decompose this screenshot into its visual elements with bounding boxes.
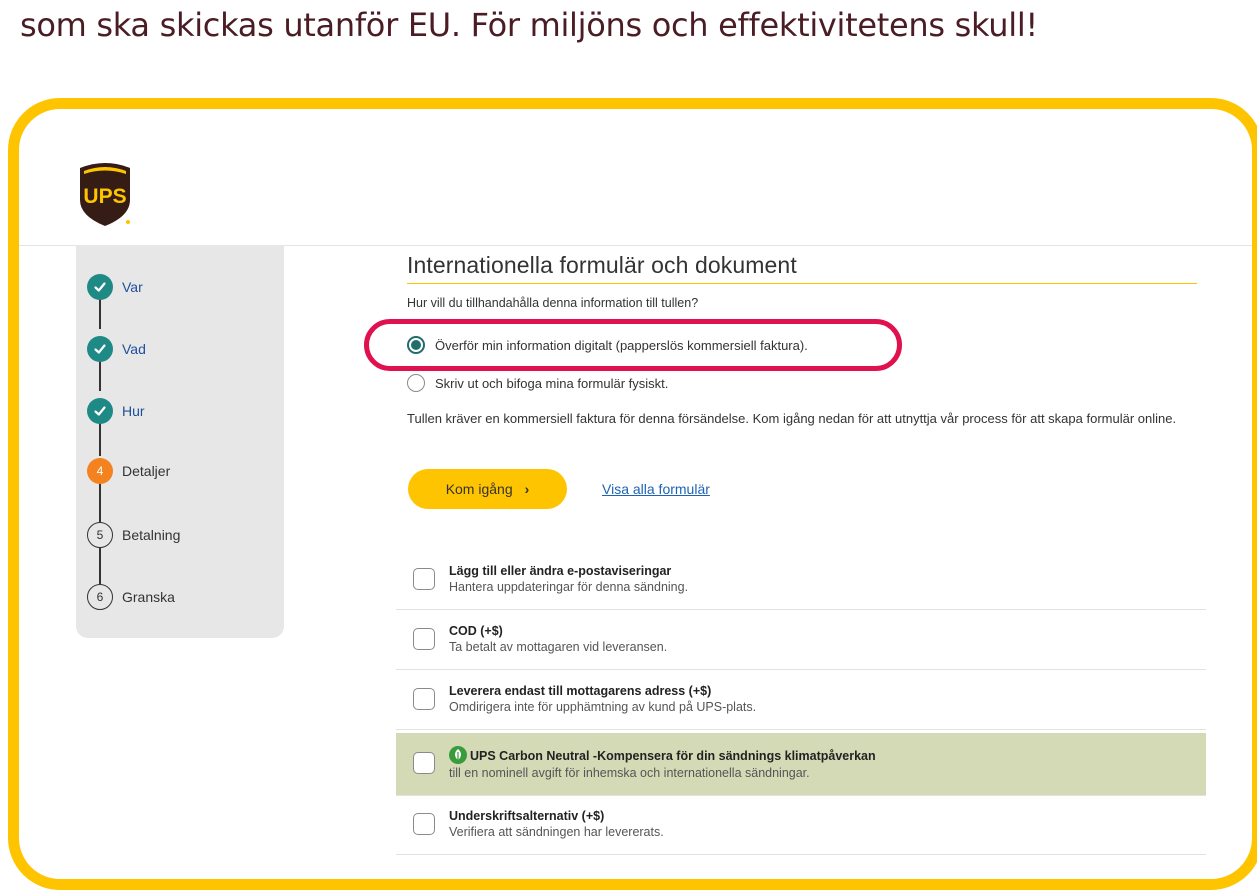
step-label: Var bbox=[122, 279, 143, 295]
option-cod[interactable]: COD (+$) Ta betalt av mottagaren vid lev… bbox=[396, 614, 1206, 670]
step-label: Betalning bbox=[122, 527, 181, 543]
view-all-forms-link[interactable]: Visa alla formulär bbox=[602, 481, 710, 497]
option-title: Underskriftsalternativ (+$) bbox=[449, 809, 605, 823]
get-started-button[interactable]: Kom igång › bbox=[408, 469, 567, 509]
step-sidebar: Var Vad Hur 4 Detaljer 5 Betalning 6 Gra… bbox=[76, 245, 284, 638]
customs-question: Hur vill du tillhandahålla denna informa… bbox=[407, 296, 699, 310]
svg-text:UPS: UPS bbox=[83, 185, 126, 208]
option-description: Verifiera att sändningen har levererats. bbox=[449, 825, 664, 839]
option-title: Lägg till eller ändra e-postaviseringar bbox=[449, 564, 672, 578]
step-connector bbox=[99, 545, 101, 584]
option-title: Leverera endast till mottagarens adress … bbox=[449, 684, 712, 698]
step-number: 4 bbox=[87, 458, 113, 484]
highlight-annotation bbox=[364, 319, 902, 371]
checkbox[interactable] bbox=[413, 813, 435, 835]
page-title: Internationella formulär och dokument bbox=[407, 252, 797, 278]
step-hur[interactable]: Hur bbox=[87, 396, 145, 426]
button-label: Kom igång bbox=[445, 481, 513, 497]
step-vad[interactable]: Vad bbox=[87, 334, 146, 364]
option-signature[interactable]: Underskriftsalternativ (+$) Verifiera at… bbox=[396, 799, 1206, 855]
option-carbon-neutral[interactable]: UPS Carbon Neutral -Kompensera för din s… bbox=[396, 733, 1206, 796]
check-icon bbox=[87, 274, 113, 300]
step-var[interactable]: Var bbox=[87, 272, 143, 302]
ups-logo: UPS bbox=[80, 163, 130, 226]
checkbox[interactable] bbox=[413, 568, 435, 590]
option-description: till en nominell avgift för inhemska och… bbox=[449, 766, 810, 780]
checkbox[interactable] bbox=[413, 752, 435, 774]
option-description: Ta betalt av mottagaren vid leveransen. bbox=[449, 640, 668, 654]
option-description: Omdirigera inte för upphämtning av kund … bbox=[449, 700, 757, 714]
step-detaljer: 4 Detaljer bbox=[87, 456, 170, 486]
option-title: COD (+$) bbox=[449, 624, 503, 638]
check-icon bbox=[87, 336, 113, 362]
option-title: UPS Carbon Neutral -Kompensera för din s… bbox=[470, 749, 876, 763]
leaf-icon bbox=[449, 746, 467, 764]
option-email-notifications[interactable]: Lägg till eller ändra e-postaviseringar … bbox=[396, 554, 1206, 610]
title-divider bbox=[407, 283, 1197, 284]
caption-text: som ska skickas utanför EU. För miljöns … bbox=[20, 6, 1038, 44]
radio-button[interactable] bbox=[407, 374, 425, 392]
step-number: 5 bbox=[87, 522, 113, 548]
step-label: Hur bbox=[122, 403, 145, 419]
option-deliver-to-address-only[interactable]: Leverera endast till mottagarens adress … bbox=[396, 674, 1206, 730]
step-betalning: 5 Betalning bbox=[87, 520, 180, 550]
step-number: 6 bbox=[87, 584, 113, 610]
checkbox[interactable] bbox=[413, 628, 435, 650]
chevron-right-icon: › bbox=[524, 481, 530, 497]
invoice-info-text: Tullen kräver en kommersiell faktura för… bbox=[407, 411, 1177, 426]
step-granska: 6 Granska bbox=[87, 582, 175, 612]
radio-option-print[interactable]: Skriv ut och bifoga mina formulär fysisk… bbox=[407, 374, 668, 392]
option-description: Hantera uppdateringar för denna sändning… bbox=[449, 580, 689, 594]
checkbox[interactable] bbox=[413, 688, 435, 710]
radio-label[interactable]: Skriv ut och bifoga mina formulär fysisk… bbox=[435, 376, 668, 391]
step-label: Granska bbox=[122, 589, 175, 605]
step-label: Vad bbox=[122, 341, 146, 357]
screenshot-frame: UPS Var Vad Hur 4 Detaljer 5 Betalning 6… bbox=[8, 98, 1257, 890]
step-label: Detaljer bbox=[122, 463, 171, 479]
check-icon bbox=[87, 398, 113, 424]
